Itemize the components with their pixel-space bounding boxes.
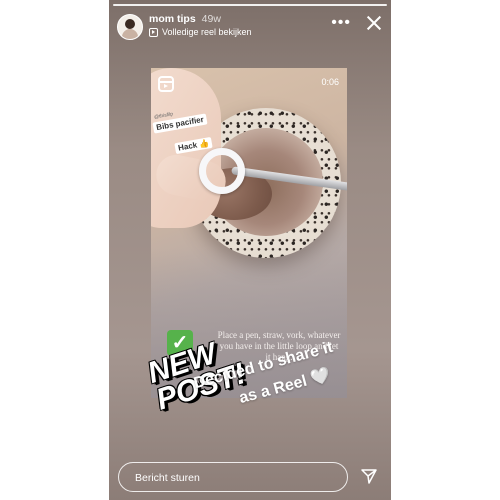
send-icon[interactable] [361,468,377,484]
pacifier-ring [199,148,245,194]
avatar-head [125,19,135,29]
reel-badge-icon [158,76,174,92]
avatar-body [122,29,138,39]
story-viewer[interactable]: mom tips 49w Volledige reel bekijken ••• … [109,0,391,500]
avatar[interactable] [117,14,143,40]
username-text[interactable]: mom tips [149,13,196,25]
view-full-reel-link[interactable]: Volledige reel bekijken [149,27,252,37]
username[interactable]: mom tips 49w [149,13,221,25]
post-age: 49w [201,13,221,25]
story-header: mom tips 49w Volledige reel bekijken ••• [117,12,383,44]
reel-icon [149,27,158,37]
view-full-reel-label[interactable]: Volledige reel bekijken [162,27,252,37]
video-timer: 0:06 [321,77,339,87]
story-progress-bar [113,4,387,6]
message-input[interactable]: Bericht sturen [118,462,348,492]
close-icon[interactable] [365,14,383,32]
more-icon[interactable]: ••• [331,15,351,31]
